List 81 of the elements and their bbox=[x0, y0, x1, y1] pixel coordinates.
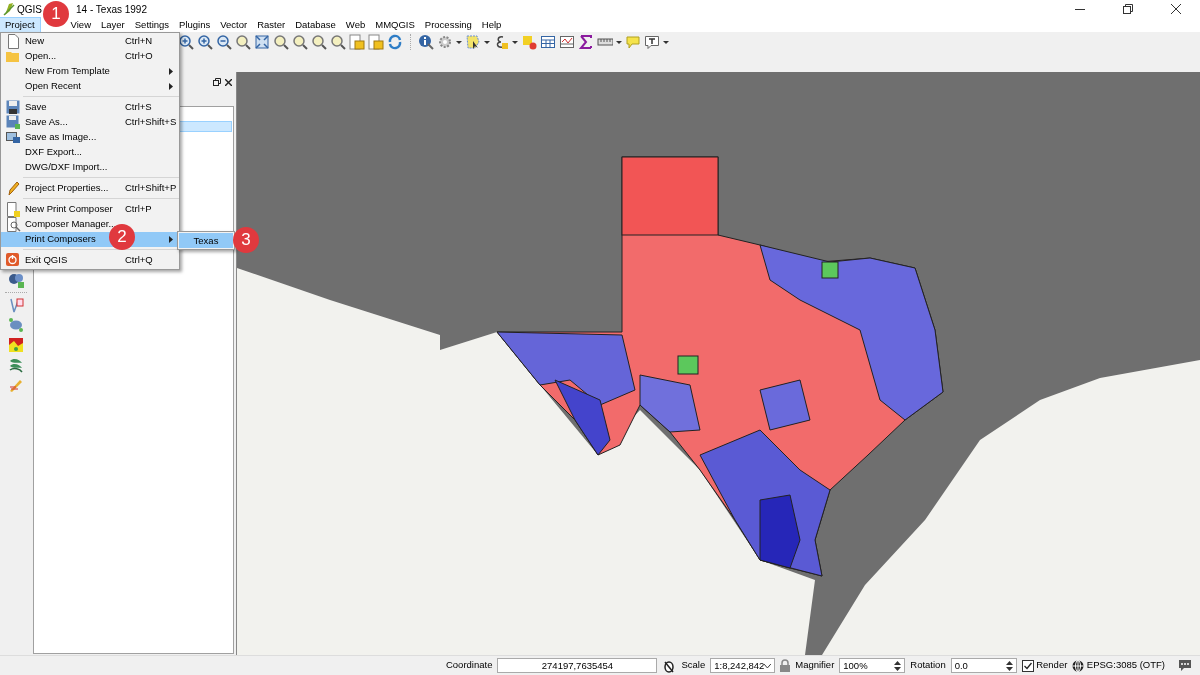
coordinate-field[interactable]: 274197,7635454 bbox=[497, 658, 658, 673]
lock-icon[interactable] bbox=[780, 659, 791, 672]
caret-icon[interactable] bbox=[764, 663, 772, 668]
menu-entry[interactable]: Open Recent bbox=[1, 79, 179, 94]
magnifier-label: Magnifier bbox=[795, 658, 835, 673]
menu-entry[interactable]: New Print Composer Ctrl+P bbox=[1, 202, 179, 217]
menu-item[interactable]: Plugins bbox=[174, 18, 216, 32]
zoom-in-icon[interactable] bbox=[197, 34, 213, 50]
text-annotation-icon[interactable] bbox=[644, 34, 660, 50]
zoom-full-icon[interactable] bbox=[254, 34, 270, 50]
select-icon[interactable] bbox=[465, 34, 481, 50]
menu-entry[interactable]: Exit QGIS Ctrl+Q bbox=[1, 253, 179, 268]
zoom-out-icon[interactable] bbox=[216, 34, 232, 50]
menu-entry[interactable]: DWG/DXF Import... bbox=[1, 160, 179, 175]
page-icon bbox=[5, 217, 21, 232]
vector-edit-icon[interactable] bbox=[7, 297, 24, 313]
render-label: Render bbox=[1036, 658, 1068, 673]
spin-arrows-icon[interactable] bbox=[894, 659, 902, 672]
layer-zoom-icon[interactable] bbox=[368, 34, 384, 50]
menu-entry[interactable]: DXF Export... bbox=[1, 145, 179, 160]
menu-entry[interactable]: New Ctrl+N bbox=[1, 34, 179, 49]
field-calculator-icon[interactable] bbox=[559, 34, 575, 50]
globe-icon[interactable] bbox=[1072, 659, 1085, 672]
menu-item[interactable]: Vector bbox=[215, 18, 253, 32]
raster-icon[interactable] bbox=[7, 337, 24, 353]
menu-item[interactable]: MMQGIS bbox=[370, 18, 420, 32]
deselect-icon[interactable] bbox=[521, 34, 537, 50]
caret-icon[interactable] bbox=[663, 40, 669, 44]
qgis-logo-icon bbox=[3, 2, 15, 16]
caret-icon[interactable] bbox=[456, 40, 462, 44]
menu-item[interactable]: Database bbox=[290, 18, 341, 32]
menu-entry[interactable]: Save Ctrl+S bbox=[1, 100, 179, 115]
float-icon[interactable] bbox=[213, 78, 221, 86]
menu-item[interactable]: Web bbox=[340, 18, 371, 32]
magnifier-icon[interactable] bbox=[273, 34, 289, 50]
caret-icon[interactable] bbox=[616, 40, 622, 44]
menu-item[interactable]: Layer bbox=[96, 18, 130, 32]
image-icon bbox=[5, 130, 21, 145]
node-tool-icon[interactable] bbox=[7, 317, 24, 333]
scale-label: Scale bbox=[681, 658, 706, 673]
checkbox[interactable] bbox=[1021, 659, 1034, 672]
menu-entry[interactable]: Project Properties... Ctrl+Shift+P bbox=[1, 181, 179, 196]
crs-label[interactable]: EPSG:3085 (OTF) bbox=[1086, 658, 1165, 673]
rotation-label: Rotation bbox=[910, 658, 946, 673]
caret-icon[interactable] bbox=[512, 40, 518, 44]
menu-item[interactable]: Settings bbox=[129, 18, 175, 32]
power-icon bbox=[5, 253, 21, 268]
magnifier-spinbox[interactable]: 100% bbox=[839, 658, 906, 673]
sigma-icon[interactable] bbox=[578, 34, 594, 50]
pencil-icon bbox=[5, 181, 21, 196]
magnifier-icon[interactable] bbox=[235, 34, 251, 50]
window-title: QGIS bbox=[17, 2, 42, 17]
menu-entry[interactable]: Texas bbox=[179, 233, 233, 248]
magnifier-icon[interactable] bbox=[292, 34, 308, 50]
menu-entry[interactable]: New From Template bbox=[1, 64, 179, 79]
refresh-icon[interactable] bbox=[387, 34, 403, 50]
layer-add-icon[interactable] bbox=[7, 272, 24, 288]
magnifier-icon[interactable] bbox=[330, 34, 346, 50]
coordinate-label: Coordinate bbox=[445, 658, 493, 673]
rotation-spinbox[interactable]: 0.0 bbox=[950, 658, 1017, 673]
page-icon bbox=[5, 34, 21, 49]
menu-entry[interactable]: Save as Image... bbox=[1, 130, 179, 145]
page-icon bbox=[5, 202, 21, 217]
menu-item[interactable]: Raster bbox=[252, 18, 291, 32]
menu-entry[interactable]: Save As... Ctrl+Shift+S bbox=[1, 115, 179, 130]
spin-arrows-icon[interactable] bbox=[1005, 659, 1013, 672]
caret-icon[interactable] bbox=[484, 40, 490, 44]
menu-entry[interactable]: Open... Ctrl+O bbox=[1, 49, 179, 64]
layer-zoom-icon[interactable] bbox=[349, 34, 365, 50]
folder-icon bbox=[5, 49, 21, 64]
pencil-icon[interactable] bbox=[7, 377, 24, 393]
close-icon[interactable] bbox=[225, 78, 232, 86]
menu-item[interactable]: Help bbox=[476, 18, 507, 32]
message-icon[interactable] bbox=[1178, 659, 1192, 672]
menu-item[interactable]: Project bbox=[0, 18, 40, 32]
table-icon[interactable] bbox=[540, 34, 556, 50]
window-title: 14 - Texas 1992 bbox=[76, 2, 147, 17]
scale-combo[interactable]: 1:8,242,842 bbox=[710, 658, 776, 673]
magnifier-icon[interactable] bbox=[311, 34, 327, 50]
menu-item[interactable]: Processing bbox=[419, 18, 477, 32]
info-icon[interactable] bbox=[418, 34, 434, 50]
